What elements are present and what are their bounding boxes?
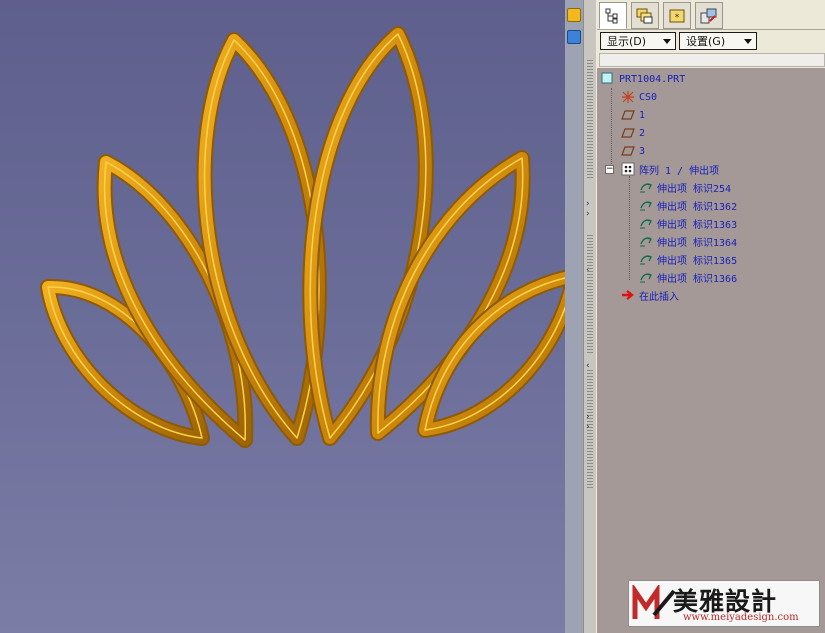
expand-right-icon-4[interactable]: ›	[586, 423, 590, 432]
leaf-feature-4	[302, 26, 434, 446]
tree-item-datum-3[interactable]: 3	[621, 142, 645, 160]
watermark-url: www.meiyadesign.com	[683, 612, 799, 623]
leaf-feature-3	[196, 32, 327, 446]
settings-dropdown[interactable]: 设置(G)	[679, 32, 757, 50]
protrusion-icon	[639, 270, 653, 284]
tab-folder-browser[interactable]	[631, 2, 659, 29]
watermark-logo: 美雅設計 www.meiyadesign.com	[628, 580, 820, 627]
tab-model-tree[interactable]	[599, 2, 627, 29]
datum-plane-icon	[621, 108, 635, 122]
tree-item-protrusion[interactable]: 伸出项 标识1364	[639, 232, 737, 250]
navigator-toolbar: 显示(D) 设置(G)	[597, 30, 825, 52]
datum-plane-icon	[621, 126, 635, 140]
part-icon	[601, 72, 615, 86]
meiya-logo-icon	[632, 585, 676, 619]
tree-item-label: 伸出项 标识1365	[657, 255, 738, 267]
tree-item-protrusion[interactable]: 伸出项 标识254	[639, 178, 731, 196]
tree-item-protrusion[interactable]: 伸出项 标识1365	[639, 250, 737, 268]
model-tree-icon	[605, 8, 618, 23]
splitter-grip-top[interactable]	[587, 60, 593, 180]
tree-item-datum-1[interactable]: 1	[621, 106, 645, 124]
tree-item-label: 伸出项 标识1366	[657, 273, 738, 285]
tree-item-protrusion[interactable]: 伸出项 标识1362	[639, 196, 737, 214]
tree-root-label: PRT1004.PRT	[619, 73, 686, 85]
tree-item-pattern[interactable]: 阵列 1 / 伸出项	[621, 160, 719, 178]
protrusion-icon	[639, 198, 653, 212]
tree-guide-line	[611, 88, 612, 174]
tree-item-protrusion[interactable]: 伸出项 标识1363	[639, 214, 737, 232]
protrusion-icon	[639, 252, 653, 266]
tree-item-datum-2[interactable]: 2	[621, 124, 645, 142]
datum-plane-icon	[621, 144, 635, 158]
tree-item-label: 阵列 1 / 伸出项	[639, 165, 720, 177]
coordinate-system-icon	[621, 90, 635, 104]
tree-item-label: 3	[639, 145, 646, 157]
tree-column-header[interactable]	[599, 53, 825, 67]
graphics-viewport[interactable]	[0, 0, 565, 633]
tree-insert-label: 在此插入	[639, 291, 679, 303]
insert-arrow-icon	[621, 288, 635, 302]
status-display-icon[interactable]	[567, 30, 581, 44]
chevron-down-icon	[663, 39, 671, 44]
protrusion-icon	[639, 180, 653, 194]
show-dropdown-label: 显示(D)	[607, 35, 647, 48]
tree-item-label: 伸出项 标识1362	[657, 201, 738, 213]
tree-item-label: 伸出项 标识254	[657, 183, 732, 195]
pattern-icon	[621, 162, 635, 176]
leaf-pattern-model	[40, 26, 565, 448]
tree-guide-line-child	[629, 176, 630, 280]
tab-favorites[interactable]: *	[663, 2, 691, 29]
tree-item-label: 伸出项 标识1363	[657, 219, 738, 231]
panel-splitter[interactable]: › › ‹ ‹ › ›	[583, 0, 597, 633]
collapse-pattern-toggle[interactable]: −	[605, 165, 614, 174]
splitter-grip-middle[interactable]	[587, 235, 593, 355]
chevron-down-icon	[744, 39, 752, 44]
folder-browser-icon	[636, 8, 653, 23]
tab-connections[interactable]	[695, 2, 723, 29]
expand-right-icon-3[interactable]: ›	[586, 413, 590, 422]
tree-item-label: 伸出项 标识1364	[657, 237, 738, 249]
tree-item-cs0[interactable]: CS0	[621, 88, 657, 106]
show-dropdown[interactable]: 显示(D)	[600, 32, 676, 50]
expand-right-icon[interactable]: ›	[586, 200, 590, 209]
navigator-tabs: *	[597, 0, 825, 30]
protrusion-icon	[639, 234, 653, 248]
tree-item-label: CS0	[639, 91, 658, 103]
protrusion-icon	[639, 216, 653, 230]
viewport-edge-strip	[565, 0, 583, 633]
tree-item-label: 2	[639, 127, 646, 139]
svg-text:*: *	[675, 13, 680, 23]
tree-root[interactable]: PRT1004.PRT	[601, 70, 685, 88]
tree-item-label: 1	[639, 109, 646, 121]
connections-icon	[700, 8, 717, 23]
tree-item-protrusion[interactable]: 伸出项 标识1366	[639, 268, 737, 286]
status-lock-icon[interactable]	[567, 8, 581, 22]
navigator-panel: * 显示(D) 设置(G) PRT1004.PRT CS0 1 2 3 − 阵列…	[597, 0, 825, 633]
expand-right-icon-2[interactable]: ›	[586, 210, 590, 219]
settings-dropdown-label: 设置(G)	[686, 35, 726, 48]
app-window: › › ‹ ‹ › ›	[0, 0, 825, 633]
favorites-folder-icon: *	[669, 9, 685, 23]
model-tree: PRT1004.PRT CS0 1 2 3 − 阵列 1 / 伸出项 伸出项 标…	[597, 68, 825, 633]
tree-insert-here[interactable]: 在此插入	[621, 286, 679, 304]
